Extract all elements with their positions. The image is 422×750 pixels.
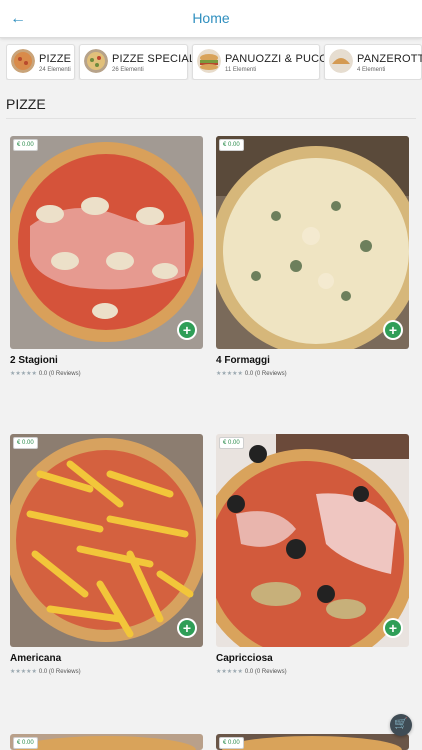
product-name: Americana xyxy=(10,653,62,664)
add-to-cart-button[interactable]: + xyxy=(177,618,197,638)
product-rating: ★★★★★ 0.0 (0 Reviews) xyxy=(216,370,287,377)
add-to-cart-button[interactable]: + xyxy=(383,618,403,638)
product-image xyxy=(10,434,203,647)
category-thumbnail xyxy=(329,49,353,73)
price-badge: € 0.00 xyxy=(219,139,244,151)
star-rating-icon: ★★★★★ xyxy=(216,669,243,675)
section-title: PIZZE xyxy=(6,96,46,112)
plus-icon: + xyxy=(182,322,192,338)
product-rating: ★★★★★ 0.0 (0 Reviews) xyxy=(10,668,81,675)
category-panzerotti[interactable]: PANZEROTTI 4 Elementi xyxy=(324,44,422,80)
category-count: 4 Elementi xyxy=(357,67,386,73)
star-rating-icon: ★★★★★ xyxy=(216,371,243,377)
category-pizze[interactable]: PIZZE 24 Elementi xyxy=(6,44,75,80)
star-rating-icon: ★★★★★ xyxy=(10,371,37,377)
product-name: 2 Stagioni xyxy=(10,355,58,366)
add-to-cart-button[interactable]: + xyxy=(177,320,197,340)
category-thumbnail xyxy=(11,49,35,73)
plus-icon: + xyxy=(388,620,398,636)
product-image xyxy=(10,734,203,750)
product-rating: ★★★★★ 0.0 (0 Reviews) xyxy=(10,370,81,377)
category-thumbnail xyxy=(84,49,108,73)
category-title: PANZEROTTI xyxy=(357,53,422,65)
top-bar: ← Home xyxy=(0,0,422,38)
category-count: 26 Elementi xyxy=(112,67,144,73)
rating-text: 0.0 (0 Reviews) xyxy=(38,669,81,675)
category-thumbnail xyxy=(197,49,221,73)
add-to-cart-button[interactable]: + xyxy=(383,320,403,340)
category-count: 24 Elementi xyxy=(39,67,71,73)
product-rating: ★★★★★ 0.0 (0 Reviews) xyxy=(216,668,287,675)
plus-icon: + xyxy=(388,322,398,338)
page-title: Home xyxy=(192,10,230,26)
section-divider xyxy=(6,118,416,119)
rating-text: 0.0 (0 Reviews) xyxy=(38,371,81,377)
category-title: PANUOZZI & PUCCE xyxy=(225,53,335,65)
category-panuozzi-pucce[interactable]: PANUOZZI & PUCCE 11 Elementi xyxy=(192,44,335,80)
product-name: 4 Formaggi xyxy=(216,355,270,366)
price-badge: € 0.00 xyxy=(13,737,38,749)
category-title: PIZZE SPECIALI xyxy=(112,53,199,65)
product-image xyxy=(216,434,409,647)
shopping-cart-icon: 🛒 xyxy=(394,718,408,730)
product-image xyxy=(216,734,409,750)
cart-button[interactable]: 🛒 xyxy=(390,714,412,736)
category-strip: PIZZE 24 Elementi PIZZE SPECIALI 26 Elem… xyxy=(6,44,422,80)
plus-icon: + xyxy=(182,620,192,636)
price-badge: € 0.00 xyxy=(13,437,38,449)
star-rating-icon: ★★★★★ xyxy=(10,669,37,675)
category-count: 11 Elementi xyxy=(225,67,257,73)
product-name: Capricciosa xyxy=(216,653,273,664)
product-image xyxy=(10,136,203,349)
price-badge: € 0.00 xyxy=(219,737,244,749)
product-image xyxy=(216,136,409,349)
category-pizze-speciali[interactable]: PIZZE SPECIALI 26 Elementi xyxy=(79,44,198,80)
price-badge: € 0.00 xyxy=(13,139,38,151)
rating-text: 0.0 (0 Reviews) xyxy=(244,371,287,377)
rating-text: 0.0 (0 Reviews) xyxy=(244,669,287,675)
category-title: PIZZE xyxy=(39,53,72,65)
price-badge: € 0.00 xyxy=(219,437,244,449)
